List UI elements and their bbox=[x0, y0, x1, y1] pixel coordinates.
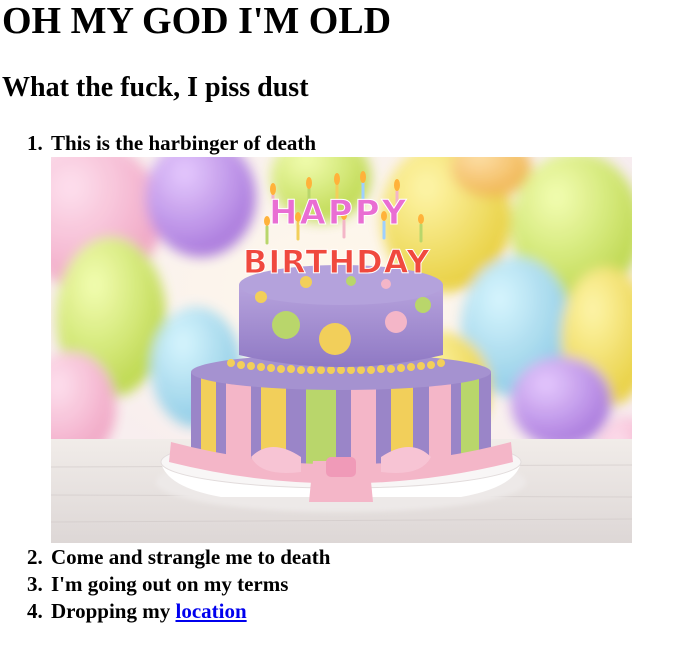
list-item-text: Come and strangle me to death bbox=[51, 545, 331, 569]
list-item-number: 3. bbox=[27, 572, 43, 596]
page-subheading: What the fuck, I piss dust bbox=[2, 72, 309, 103]
list-item-number: 2. bbox=[27, 545, 43, 569]
cake-topper-happy: HAPPY bbox=[269, 193, 408, 233]
location-link[interactable]: location bbox=[175, 599, 246, 623]
list-item-number: 1. bbox=[27, 131, 43, 155]
cake-topper-birthday: BIRTHDAY bbox=[243, 243, 431, 281]
list-item: 3. I'm going out on my terms bbox=[27, 572, 288, 597]
list-item-text: Dropping my bbox=[51, 599, 176, 623]
list-item-number: 4. bbox=[27, 599, 43, 623]
list-item: 4. Dropping my location bbox=[27, 599, 247, 624]
birthday-cake-image: HAPPY BIRTHDAY bbox=[51, 157, 632, 543]
page-heading: OH MY GOD I'M OLD bbox=[2, 0, 392, 42]
list-item-text: This is the harbinger of death bbox=[51, 131, 317, 155]
list-item: 2. Come and strangle me to death bbox=[27, 545, 330, 570]
list-item-text: I'm going out on my terms bbox=[51, 572, 289, 596]
list-item: 1. This is the harbinger of death bbox=[27, 131, 316, 156]
